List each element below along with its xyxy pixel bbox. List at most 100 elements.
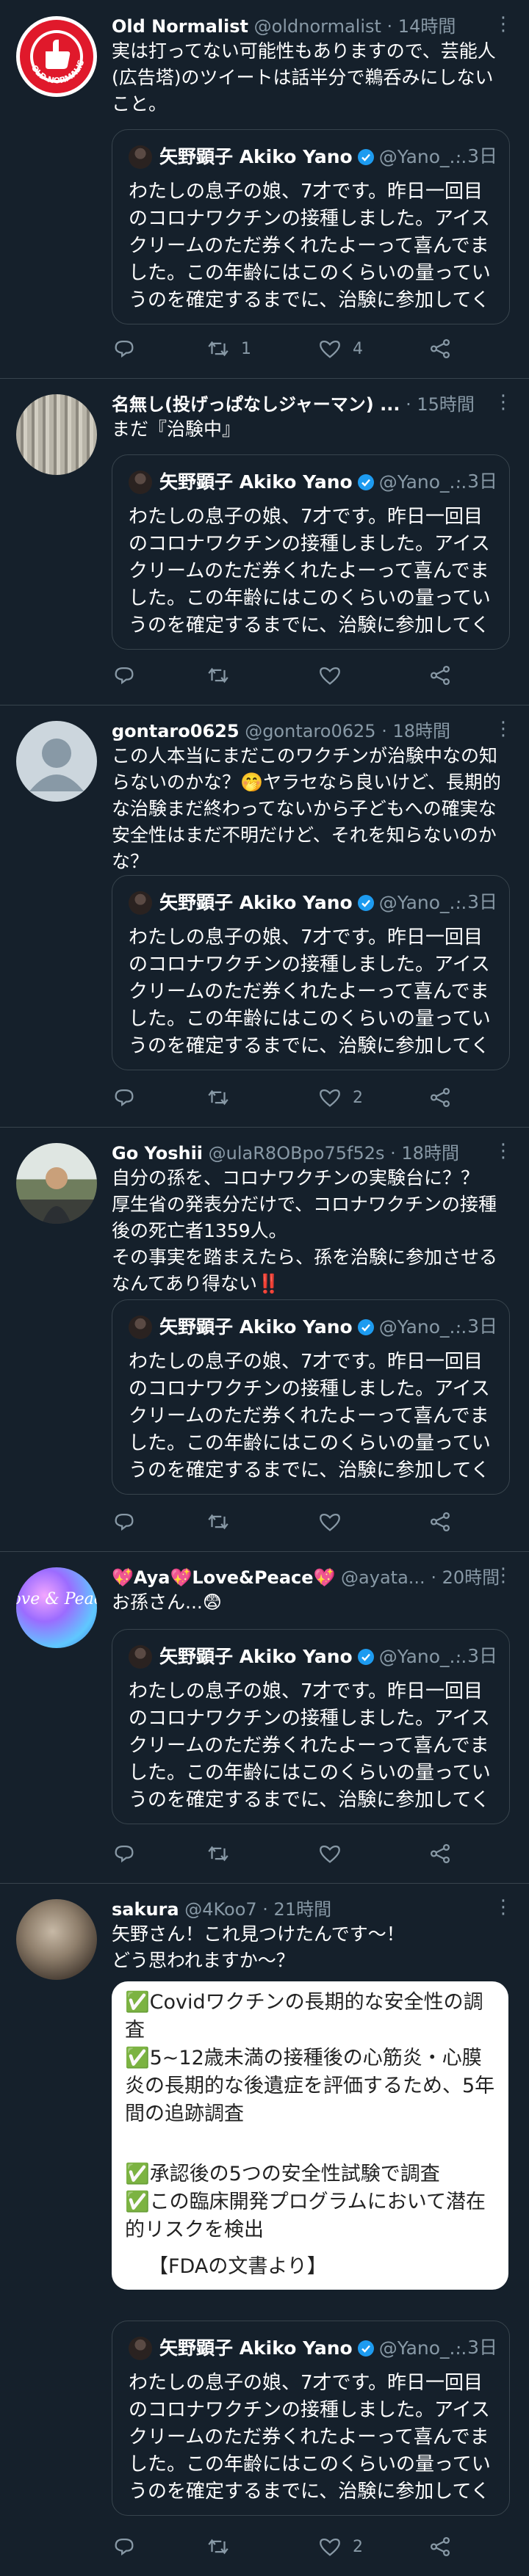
share-button[interactable] <box>428 334 453 363</box>
display-name[interactable]: Go Yoshii <box>112 1143 203 1164</box>
tweet[interactable]: sakura @4Koo7 · 21時間 ⋮ 矢野さん！これ見つけたんです〜！ … <box>0 1883 529 2576</box>
tweet[interactable]: Go Yoshii @ulaR8OBpo75f52s · 18時間 ⋮ 自分の孫… <box>0 1127 529 1552</box>
avatar[interactable]: Love & Peace <box>16 1567 97 1648</box>
retweet-icon <box>208 341 228 357</box>
timestamp[interactable]: · 14時間 <box>387 16 456 37</box>
user-handle[interactable]: @ayata... <box>341 1567 425 1588</box>
user-handle[interactable]: @oldnormalist <box>254 16 381 37</box>
share-icon <box>430 338 450 359</box>
retweet-icon <box>208 1846 228 1862</box>
avatar[interactable] <box>16 394 97 475</box>
quoted-tweet[interactable]: 矢野顕子 Akiko Yano @Yano_... · 3日 わたしの息子の娘、7… <box>112 129 510 324</box>
more-options-icon[interactable]: ⋮ <box>494 1898 513 1917</box>
user-handle[interactable]: @gontaro0625 <box>245 721 375 741</box>
like-button[interactable]: 2 <box>317 1083 363 1112</box>
more-options-icon[interactable]: ⋮ <box>494 1566 513 1585</box>
quoted-handle: @Yano_... <box>378 1316 467 1338</box>
quoted-header: 矢野顕子 Akiko Yano @Yano_... <box>129 143 499 170</box>
like-button[interactable] <box>317 1507 353 1536</box>
quoted-avatar <box>129 471 152 494</box>
like-button[interactable]: 4 <box>317 334 363 363</box>
display-name[interactable]: sakura <box>112 1899 179 1920</box>
quoted-time: · 3日 <box>456 1316 497 1337</box>
tweet[interactable]: gontaro0625 @gontaro0625 · 18時間 ⋮ この人本当に… <box>0 705 529 1128</box>
attached-image[interactable]: ✅Covidワクチンの長期的な安全性の調査 ✅5~12歳未満の接種後の心筋炎・心… <box>112 1981 508 2290</box>
quoted-tweet[interactable]: 矢野顕子 Akiko Yano @Yano_... · 3日 わたしの息子の娘、7… <box>112 875 510 1070</box>
quoted-tweet[interactable]: 矢野顕子 Akiko Yano @Yano_... · 3日 わたしの息子の娘、7… <box>112 2321 510 2516</box>
quoted-name: 矢野顕子 Akiko Yano <box>159 892 353 913</box>
quoted-avatar <box>129 145 152 169</box>
avatar[interactable] <box>16 721 97 802</box>
tweet-header: Old Normalist @oldnormalist · 14時間 <box>112 13 516 40</box>
timestamp[interactable]: · 18時間 <box>381 721 450 741</box>
more-options-icon[interactable]: ⋮ <box>494 1142 513 1161</box>
timestamp[interactable]: · 20時間 <box>431 1567 500 1588</box>
display-name[interactable]: 名無し(投げっぱなしジャーマン) ... <box>112 394 400 415</box>
quoted-name: 矢野顕子 Akiko Yano <box>159 1646 353 1667</box>
avatar[interactable] <box>16 1899 97 1980</box>
share-button[interactable] <box>428 661 453 690</box>
share-icon <box>430 1512 450 1532</box>
user-handle[interactable]: @4Koo7 <box>184 1899 256 1920</box>
timestamp[interactable]: · 18時間 <box>390 1143 459 1164</box>
reply-button[interactable] <box>112 2532 147 2561</box>
share-button[interactable] <box>428 1083 453 1112</box>
retweet-icon <box>208 2539 228 2555</box>
action-bar <box>112 661 479 690</box>
quoted-time: · 3日 <box>456 2337 497 2358</box>
reply-button[interactable] <box>112 661 147 690</box>
quoted-tweet[interactable]: 矢野顕子 Akiko Yano @Yano_... · 3日 わたしの息子の娘、7… <box>112 1629 510 1824</box>
timestamp[interactable]: · 15時間 <box>406 394 475 415</box>
retweet-button[interactable] <box>206 1839 241 1868</box>
display-name[interactable]: 💖Aya💖Love&Peace💖 <box>112 1567 335 1588</box>
tweet-text: 実は打ってない可能性もありますので、芸能人(広告塔)のツイートは話半分で鵜呑みに… <box>112 40 496 115</box>
share-icon <box>430 2536 450 2557</box>
like-button[interactable]: 2 <box>317 2532 363 2561</box>
avatar-love-text: Love & Peace <box>16 1590 97 1608</box>
retweet-count: 1 <box>241 339 251 358</box>
more-options-icon[interactable]: ⋮ <box>494 393 513 412</box>
quoted-header: 矢野顕子 Akiko Yano @Yano_... <box>129 1313 499 1340</box>
tweet[interactable]: Love & Peace 💖Aya💖Love&Peace💖 @ayata... … <box>0 1551 529 1884</box>
quoted-text: わたしの息子の娘、7才です。昨日一回目のコロナワクチンの接種しました。アイスクリ… <box>129 926 491 1056</box>
tweet-text: 自分の孫を、コロナワクチンの実験台に？？ 厚生省の発表分だけで、コロナワクチンの… <box>112 1167 498 1294</box>
retweet-button[interactable] <box>206 1083 241 1112</box>
retweet-button[interactable]: 1 <box>206 334 251 363</box>
timestamp[interactable]: · 21時間 <box>262 1899 331 1920</box>
fda-note-line: ✅この臨床開発プログラムにおいて潜在的リスクを検出 <box>125 2191 486 2241</box>
share-button[interactable] <box>428 1839 453 1868</box>
quoted-avatar <box>129 1316 152 1339</box>
share-icon <box>430 1087 450 1108</box>
quoted-tweet[interactable]: 矢野顕子 Akiko Yano @Yano_... · 3日 わたしの息子の娘、7… <box>112 454 510 650</box>
more-options-icon[interactable]: ⋮ <box>494 15 513 34</box>
fda-note-line: ✅5~12歳未満の接種後の心筋炎・心膜炎の長期的な後遺症を評価するため、5年間の… <box>125 2047 495 2125</box>
avatar[interactable]: OLD NORMALIST <box>16 16 97 97</box>
reply-button[interactable] <box>112 1507 147 1536</box>
reply-button[interactable] <box>112 334 147 363</box>
avatar[interactable] <box>16 1143 97 1224</box>
reply-icon <box>115 1089 134 1107</box>
action-bar <box>112 1839 479 1868</box>
verified-badge-icon <box>357 149 374 165</box>
retweet-button[interactable] <box>206 661 241 690</box>
tweet[interactable]: OLD NORMALIST Old Normalist @oldnormalis… <box>0 0 529 379</box>
reply-button[interactable] <box>112 1083 147 1112</box>
tweet-header: Go Yoshii @ulaR8OBpo75f52s · 18時間 <box>112 1140 516 1167</box>
tweet[interactable]: 名無し(投げっぱなしジャーマン) ... · 15時間 ⋮ まだ『治験中』 矢野… <box>0 378 529 705</box>
share-button[interactable] <box>428 2532 453 2561</box>
reply-button[interactable] <box>112 1839 147 1868</box>
share-icon <box>430 1843 450 1864</box>
quoted-header: 矢野顕子 Akiko Yano @Yano_... <box>129 2334 499 2361</box>
quoted-handle: @Yano_... <box>378 2337 467 2359</box>
more-options-icon[interactable]: ⋮ <box>494 719 513 739</box>
like-count: 2 <box>353 2537 363 2556</box>
quoted-tweet[interactable]: 矢野顕子 Akiko Yano @Yano_... · 3日 わたしの息子の娘、7… <box>112 1299 510 1495</box>
share-button[interactable] <box>428 1507 453 1536</box>
like-button[interactable] <box>317 1839 353 1868</box>
display-name[interactable]: gontaro0625 <box>112 721 240 741</box>
retweet-button[interactable] <box>206 2532 241 2561</box>
user-handle[interactable]: @ulaR8OBpo75f52s <box>209 1143 385 1164</box>
display-name[interactable]: Old Normalist <box>112 16 248 37</box>
like-button[interactable] <box>317 661 353 690</box>
retweet-button[interactable] <box>206 1507 241 1536</box>
